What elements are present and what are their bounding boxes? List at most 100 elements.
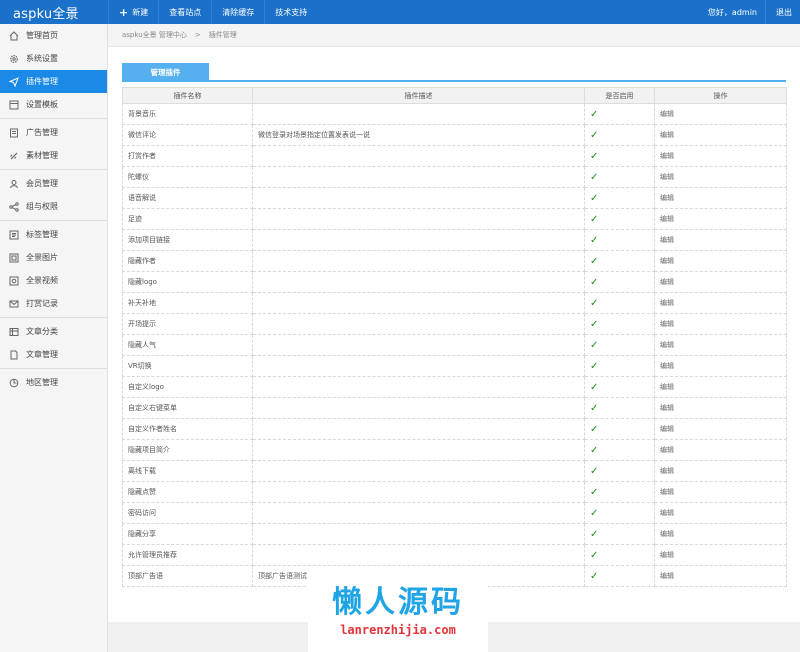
table-row: 隐藏点赞 ✓ 编辑	[122, 481, 787, 503]
edit-link[interactable]: 编辑	[654, 313, 787, 335]
sidebar-item[interactable]: 设置模板	[0, 93, 107, 116]
watermark-url: lanrenzhijia.com	[340, 623, 456, 637]
edit-link[interactable]: 编辑	[654, 250, 787, 272]
plugin-desc-cell	[252, 208, 585, 230]
enabled-check-icon: ✓	[584, 439, 655, 461]
table-row: 离线下载 ✓ 编辑	[122, 460, 787, 482]
edit-link[interactable]: 编辑	[654, 565, 787, 587]
plugin-desc-cell	[252, 460, 585, 482]
plugin-name-cell: 隐藏logo	[122, 271, 253, 293]
sidebar-item-label: 管理首页	[26, 31, 58, 40]
view-site-link[interactable]: 查看站点	[158, 0, 211, 24]
edit-link[interactable]: 编辑	[654, 523, 787, 545]
table-row: 允许管理员推荐 ✓ 编辑	[122, 544, 787, 566]
edit-link[interactable]: 编辑	[654, 418, 787, 440]
user-greeting: 您好，admin	[707, 7, 757, 17]
sidebar-item[interactable]: 地区管理	[0, 371, 107, 394]
edit-link[interactable]: 编辑	[654, 208, 787, 230]
enabled-check-icon: ✓	[584, 229, 655, 251]
plugin-name-cell: 自定义作者姓名	[122, 418, 253, 440]
sidebar-item[interactable]: 打赏记录	[0, 292, 107, 315]
video-icon	[9, 276, 19, 286]
sidebar-item[interactable]: 组与权限	[0, 195, 107, 218]
plugin-name-cell: 背景音乐	[122, 103, 253, 125]
edit-link[interactable]: 编辑	[654, 229, 787, 251]
tab-strip: 管理插件	[122, 63, 786, 82]
plugin-name-cell: 陀螺仪	[122, 166, 253, 188]
table-row: 隐藏分享 ✓ 编辑	[122, 523, 787, 545]
edit-link[interactable]: 编辑	[654, 124, 787, 146]
edit-link[interactable]: 编辑	[654, 397, 787, 419]
sidebar-item[interactable]: 插件管理	[0, 70, 107, 93]
edit-link[interactable]: 编辑	[654, 292, 787, 314]
edit-link[interactable]: 编辑	[654, 439, 787, 461]
sidebar-item[interactable]: 广告管理	[0, 121, 107, 144]
sidebar-item[interactable]: 系统设置	[0, 47, 107, 70]
enabled-check-icon: ✓	[584, 355, 655, 377]
plugin-desc-cell	[252, 145, 585, 167]
edit-link[interactable]: 编辑	[654, 103, 787, 125]
table-row: 隐藏人气 ✓ 编辑	[122, 334, 787, 356]
app-logo[interactable]: aspku全景	[0, 3, 108, 22]
plugin-desc-cell	[252, 502, 585, 524]
plugin-desc-cell	[252, 250, 585, 272]
plugin-desc-cell	[252, 418, 585, 440]
header-plugin-name: 插件名称	[122, 87, 253, 104]
breadcrumb-root[interactable]: aspku全景 管理中心	[122, 30, 187, 40]
edit-link[interactable]: 编辑	[654, 376, 787, 398]
sidebar-item[interactable]: 素材管理	[0, 144, 107, 167]
enabled-check-icon: ✓	[584, 103, 655, 125]
plugin-desc-cell	[252, 397, 585, 419]
sidebar-item[interactable]: 全景图片	[0, 246, 107, 269]
category-icon	[9, 327, 19, 337]
plugin-name-cell: 自定义logo	[122, 376, 253, 398]
table-row: VR切换 ✓ 编辑	[122, 355, 787, 377]
plugin-name-cell: 离线下载	[122, 460, 253, 482]
mail-icon	[9, 299, 19, 309]
edit-link[interactable]: 编辑	[654, 355, 787, 377]
sidebar-item[interactable]: 全景视频	[0, 269, 107, 292]
edit-link[interactable]: 编辑	[654, 334, 787, 356]
sidebar-divider	[0, 169, 107, 170]
plugin-name-cell: 隐藏点赞	[122, 481, 253, 503]
sidebar-item-label: 文章管理	[26, 350, 58, 359]
plugin-name-cell: VR切换	[122, 355, 253, 377]
sidebar-divider	[0, 118, 107, 119]
clear-cache-link[interactable]: 清除缓存	[211, 0, 264, 24]
plugin-name-cell: 开场提示	[122, 313, 253, 335]
table-row: 语音解说 ✓ 编辑	[122, 187, 787, 209]
table-row: 添加项目链接 ✓ 编辑	[122, 229, 787, 251]
enabled-check-icon: ✓	[584, 208, 655, 230]
tab-manage-plugins[interactable]: 管理插件	[122, 63, 209, 82]
sidebar-item[interactable]: 会员管理	[0, 172, 107, 195]
edit-link[interactable]: 编辑	[654, 544, 787, 566]
logout-link[interactable]: 退出	[765, 0, 800, 24]
edit-link[interactable]: 编辑	[654, 481, 787, 503]
edit-link[interactable]: 编辑	[654, 460, 787, 482]
enabled-check-icon: ✓	[584, 271, 655, 293]
edit-link[interactable]: 编辑	[654, 187, 787, 209]
enabled-check-icon: ✓	[584, 460, 655, 482]
table-row: 打赏作者 ✓ 编辑	[122, 145, 787, 167]
sidebar-item[interactable]: 管理首页	[0, 24, 107, 47]
table-row: 自定义右键菜单 ✓ 编辑	[122, 397, 787, 419]
edit-link[interactable]: 编辑	[654, 166, 787, 188]
enabled-check-icon: ✓	[584, 523, 655, 545]
edit-link[interactable]: 编辑	[654, 502, 787, 524]
tech-support-link[interactable]: 技术支持	[264, 0, 317, 24]
sidebar-item[interactable]: 文章分类	[0, 320, 107, 343]
enabled-check-icon: ✓	[584, 418, 655, 440]
send-icon	[9, 76, 19, 87]
edit-link[interactable]: 编辑	[654, 145, 787, 167]
sidebar-divider	[0, 368, 107, 369]
sidebar-item-label: 打赏记录	[26, 299, 58, 308]
file-icon	[9, 350, 19, 360]
plugin-name-cell: 自定义右键菜单	[122, 397, 253, 419]
sidebar-item[interactable]: 标签管理	[0, 223, 107, 246]
sidebar-item[interactable]: 文章管理	[0, 343, 107, 366]
plugin-desc-cell	[252, 481, 585, 503]
new-button[interactable]: + 新建	[108, 0, 158, 24]
enabled-check-icon: ✓	[584, 313, 655, 335]
link-icon	[9, 151, 19, 161]
edit-link[interactable]: 编辑	[654, 271, 787, 293]
